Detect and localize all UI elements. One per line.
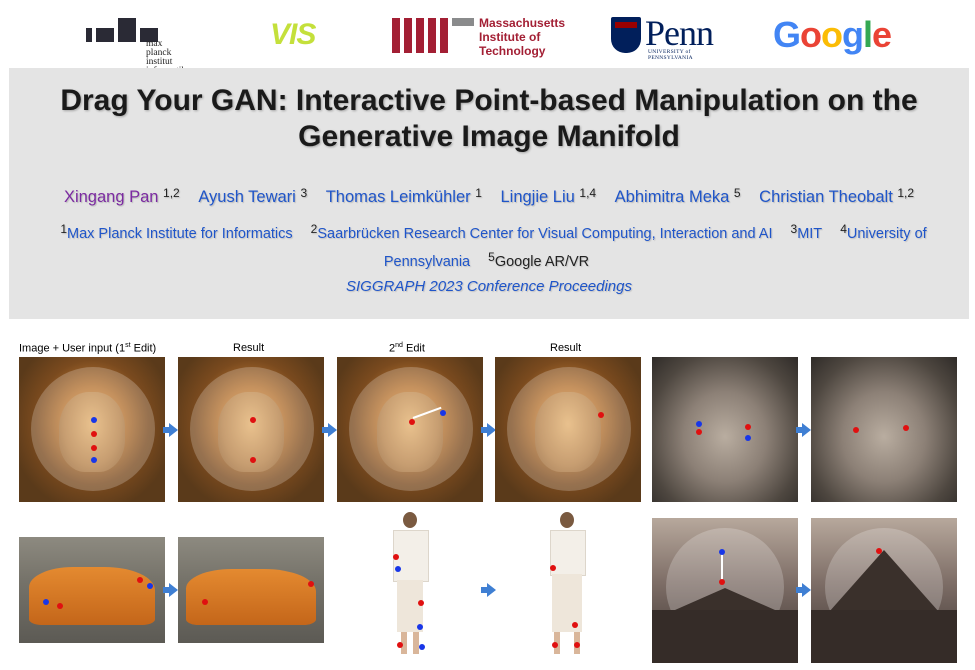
author-link[interactable]: Lingjie Liu 1,4 — [500, 186, 596, 206]
handle-point-icon — [418, 600, 424, 606]
caption-first-edit: Image + User input (1st Edit) — [19, 342, 157, 355]
mountain-input-image — [652, 518, 798, 663]
mit-line2: Institute of — [479, 30, 541, 44]
paper-header: Drag Your GAN: Interactive Point-based M… — [9, 68, 969, 319]
lion-second-result-image — [495, 357, 641, 502]
arrow-right-icon — [796, 423, 811, 437]
target-point-icon — [419, 644, 425, 650]
handle-point-icon — [409, 419, 415, 425]
car-result-image — [178, 537, 324, 643]
target-point-icon — [395, 566, 401, 572]
target-point-icon — [696, 421, 702, 427]
penn-shield-icon — [611, 17, 641, 53]
mit-line3: Technology — [479, 44, 546, 58]
car-input-image — [19, 537, 165, 643]
handle-point-icon — [137, 577, 143, 583]
arrow-right-icon — [796, 583, 811, 597]
handle-point-icon — [250, 417, 256, 423]
handle-point-icon — [550, 565, 556, 571]
author-link[interactable]: Thomas Leimkühler 1 — [326, 186, 482, 206]
target-point-icon — [147, 583, 153, 589]
affiliation-link[interactable]: 1Max Planck Institute for Informatics — [60, 222, 292, 242]
arrow-right-icon — [481, 583, 496, 597]
handle-point-icon — [853, 427, 859, 433]
fashion-input-image — [375, 508, 445, 663]
handle-point-icon — [202, 599, 208, 605]
target-point-icon — [417, 624, 423, 630]
cat-input-image — [652, 357, 798, 502]
title-line-2: Generative Image Manifold — [298, 120, 680, 153]
lion-result-image — [178, 357, 324, 502]
target-point-icon — [91, 417, 97, 423]
mountain-result-image — [811, 518, 957, 663]
author-link[interactable]: Xingang Pan 1,2 — [64, 186, 180, 206]
lion-input-image — [19, 357, 165, 502]
handle-point-icon — [552, 642, 558, 648]
title-line-1: Drag Your GAN: Interactive Point-based M… — [60, 84, 918, 117]
penn-wordmark: Penn — [645, 13, 714, 53]
handle-point-icon — [719, 579, 725, 585]
handle-point-icon — [91, 445, 97, 451]
affiliation-link[interactable]: 2Saarbrücken Research Center for Visual … — [311, 222, 773, 242]
lion-second-input-image — [337, 357, 483, 502]
handle-point-icon — [745, 424, 751, 430]
handle-point-icon — [308, 581, 314, 587]
mit-logo-text: Massachusetts Institute of Technology — [479, 16, 565, 58]
venue-link[interactable]: SIGGRAPH 2023 Conference Proceedings — [9, 278, 969, 295]
mpi-line1: max planck institut — [146, 39, 173, 67]
vis-logo[interactable]: VIS — [270, 18, 316, 52]
handle-point-icon — [393, 554, 399, 560]
target-point-icon — [440, 410, 446, 416]
logo-bar: max planck institut informatik VIS Massa… — [0, 0, 975, 76]
caption-result-1: Result — [233, 342, 265, 354]
caption-second-edit: 2nd Edit — [389, 342, 425, 355]
target-point-icon — [91, 457, 97, 463]
handle-point-icon — [57, 603, 63, 609]
penn-subtitle: UNIVERSITY of PENNSYLVANIA — [648, 49, 693, 61]
author-list: Xingang Pan 1,2 Ayush Tewari 3 Thomas Le… — [9, 186, 969, 207]
handle-point-icon — [397, 642, 403, 648]
fashion-result-image — [532, 508, 602, 663]
google-logo[interactable]: Google — [773, 14, 892, 56]
target-point-icon — [43, 599, 49, 605]
handle-point-icon — [91, 431, 97, 437]
mit-line1: Massachusetts — [479, 16, 566, 30]
affiliation-list: 1Max Planck Institute for Informatics 2S… — [35, 218, 945, 274]
author-link[interactable]: Ayush Tewari 3 — [198, 186, 307, 206]
handle-point-icon — [876, 548, 882, 554]
handle-point-icon — [574, 642, 580, 648]
author-link[interactable]: Christian Theobalt 1,2 — [759, 186, 914, 206]
author-link[interactable]: Abhimitra Meka 5 — [615, 186, 741, 206]
arrow-right-icon — [322, 423, 337, 437]
caption-result-2: Result — [550, 342, 582, 354]
handle-point-icon — [250, 457, 256, 463]
handle-point-icon — [572, 622, 578, 628]
target-point-icon — [719, 549, 725, 555]
mit-bars-icon — [392, 18, 474, 53]
target-point-icon — [745, 435, 751, 441]
handle-point-icon — [696, 429, 702, 435]
arrow-right-icon — [163, 583, 178, 597]
handle-point-icon — [903, 425, 909, 431]
arrow-right-icon — [163, 423, 178, 437]
affiliation-text: 5Google AR/VR — [488, 250, 590, 270]
affiliation-link[interactable]: 3MIT — [791, 222, 823, 242]
handle-point-icon — [598, 412, 604, 418]
cat-result-image — [811, 357, 957, 502]
paper-title: Drag Your GAN: Interactive Point-based M… — [9, 83, 969, 155]
